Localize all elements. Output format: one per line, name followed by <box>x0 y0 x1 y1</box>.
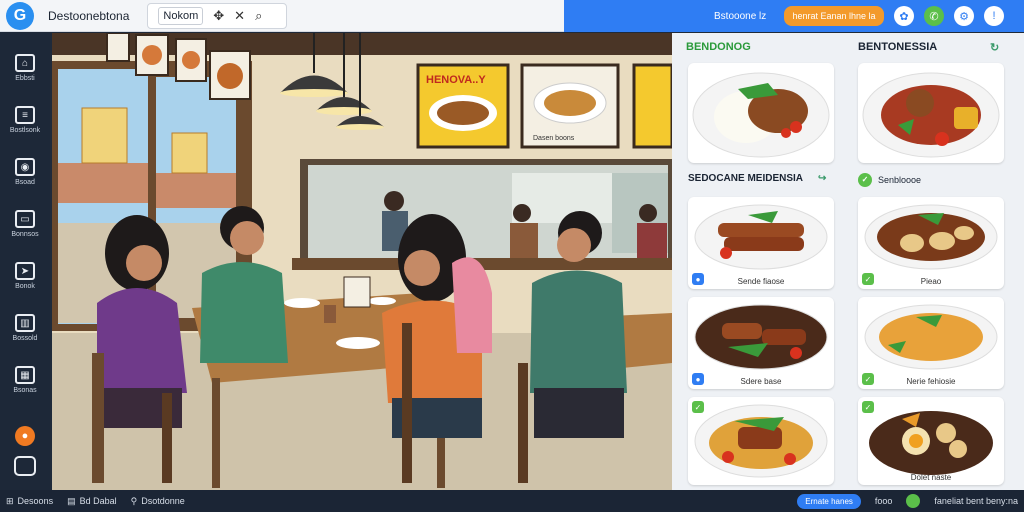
bottom-right-text: faneliat bent beny:na <box>934 496 1018 506</box>
sidebar-item-label: Bossold <box>12 335 38 342</box>
bottom-item-label: Dsotdonne <box>141 496 185 506</box>
top-left-section: G Destoonebtona Nokom ✥ ✕ ⌕ <box>0 0 564 32</box>
sidebar-item-send[interactable]: ➤ Bonok <box>0 250 50 302</box>
dish-card[interactable] <box>858 63 1004 163</box>
bottom-item-1[interactable]: ⊞ Desoons <box>6 496 53 507</box>
dish-card[interactable]: ✓ Nerie fehiosie <box>858 297 1004 389</box>
bottom-right-label: fooo <box>874 496 893 506</box>
dish-image <box>862 72 1000 158</box>
top-bar: G Destoonebtona Nokom ✥ ✕ ⌕ Bstooone lz … <box>0 0 1024 32</box>
close-icon[interactable]: ✕ <box>234 8 245 24</box>
person-icon: ⚲ <box>130 495 138 506</box>
sidebar-item-label: Bonnsos <box>11 231 39 238</box>
app-logo-icon[interactable]: G <box>6 1 34 30</box>
chart-icon: ▤ <box>67 495 76 506</box>
bottom-pill-button[interactable]: Ernate hanes <box>797 493 861 509</box>
sidebar-item-label: Bostlsonk <box>9 127 41 134</box>
grid-icon: ▦ <box>15 366 35 384</box>
dish-caption: Dolet naste <box>910 473 952 482</box>
promo-button[interactable]: henrat Eanan lhne la <box>784 6 884 26</box>
dish-card[interactable]: ✓ Dolet naste <box>858 397 1004 485</box>
dish-card[interactable]: ● Sende fiaose <box>688 197 834 289</box>
chat-icon: ▭ <box>15 210 35 228</box>
menu-header-left: BENDONOG <box>686 41 751 53</box>
refresh-icon[interactable]: ↻ <box>990 41 999 54</box>
sidebar-item-label: Bsoad <box>15 179 35 186</box>
app-title: Destoonebtona <box>48 8 130 23</box>
search-icon[interactable]: ⌕ <box>255 8 262 24</box>
forward-icon[interactable]: ↪ <box>818 173 826 184</box>
sidebar-item-label: Bsonas <box>13 387 37 394</box>
move-icon[interactable]: ✥ <box>213 8 224 24</box>
bottom-item-3[interactable]: ⚲ Dsotdonne <box>131 496 185 507</box>
dish-badge-icon: ✓ <box>862 401 874 413</box>
dish-card[interactable]: ✓ Pieao <box>858 197 1004 289</box>
dish-caption: Pieao <box>920 277 942 286</box>
bottom-item-2[interactable]: ▤ Bd Dabal <box>67 496 117 507</box>
sidebar: ⌂ Ebbsti ≡ Bostlsonk ◉ Bsoad ▭ Bonnsos ➤… <box>0 32 50 490</box>
sidebar-item-label: Bonok <box>15 283 35 290</box>
dish-card[interactable]: ● Sdere base <box>688 297 834 389</box>
poster-caption: Dasen boons <box>533 135 575 142</box>
send-icon: ➤ <box>15 262 35 280</box>
sidebar-item-label: Ebbsti <box>15 75 35 82</box>
dish-image <box>694 204 828 270</box>
status-dot-icon <box>906 494 921 508</box>
whatsapp-icon[interactable]: ✆ <box>924 6 944 26</box>
dish-caption: Sdere base <box>740 377 782 386</box>
dish-caption: Sende fiaose <box>737 277 785 286</box>
share-icon[interactable]: ✿ <box>894 6 914 26</box>
dish-caption: Nerie fehiosie <box>906 377 956 386</box>
dish-image <box>864 204 998 270</box>
grid-icon: ⊞ <box>6 495 14 506</box>
alert-icon[interactable]: ! <box>984 6 1004 26</box>
menu-header-right: BENTONESSIA <box>858 41 938 53</box>
notification-icon[interactable]: ● <box>15 426 35 446</box>
settings-icon[interactable]: ⚙ <box>954 6 974 26</box>
dish-image <box>694 304 828 370</box>
sidebar-item-grid[interactable]: ▦ Bsonas <box>0 354 50 406</box>
toolbar: Nokom ✥ ✕ ⌕ <box>147 2 288 29</box>
camera-icon[interactable] <box>14 456 36 476</box>
restaurant-illustration: HENOVA..Y Dasen boons <box>52 33 672 490</box>
dish-image <box>864 304 998 370</box>
sidebar-item-chat[interactable]: ▭ Bonnsos <box>0 198 50 250</box>
bottom-item-label: Desoons <box>17 496 54 506</box>
dish-card[interactable] <box>688 63 834 163</box>
building-icon: ▥ <box>15 314 35 332</box>
section-title-right: Senbloooe <box>878 175 922 185</box>
check-icon: ✓ <box>858 173 872 187</box>
section-title-left: SEDOCANE MEIDENSIA <box>688 173 804 184</box>
dish-image <box>694 404 828 478</box>
dish-card[interactable]: ✓ <box>688 397 834 485</box>
sidebar-item-home[interactable]: ⌂ Ebbsti <box>0 42 50 94</box>
list-icon: ≡ <box>15 106 35 124</box>
dish-image <box>692 72 830 158</box>
dish-image <box>869 411 993 475</box>
poster-title: HENOVA..Y <box>426 74 486 86</box>
restaurant-scene: HENOVA..Y Dasen boons <box>52 33 672 490</box>
sidebar-item-list[interactable]: ≡ Bostlsonk <box>0 94 50 146</box>
sidebar-item-building[interactable]: ▥ Bossold <box>0 302 50 354</box>
dish-badge-icon: ✓ <box>692 401 704 413</box>
sidebar-item-location[interactable]: ◉ Bsoad <box>0 146 50 198</box>
tool-label-button[interactable]: Nokom <box>158 6 204 25</box>
location-icon: ◉ <box>15 158 35 176</box>
top-right-section: Bstooone lz henrat Eanan lhne la ✿ ✆ ⚙ ! <box>564 0 1024 32</box>
bottom-bar: ⊞ Desoons ▤ Bd Dabal ⚲ Dsotdonne Ernate han… <box>0 490 1024 512</box>
home-icon: ⌂ <box>15 54 35 72</box>
bottom-item-label: Bd Dabal <box>79 496 117 506</box>
status-text: Bstooone lz <box>714 10 767 22</box>
menu-panel: BENDONOG BENTONESSIA ↻ SEDOCANE MEIDENSI… <box>672 33 1024 490</box>
